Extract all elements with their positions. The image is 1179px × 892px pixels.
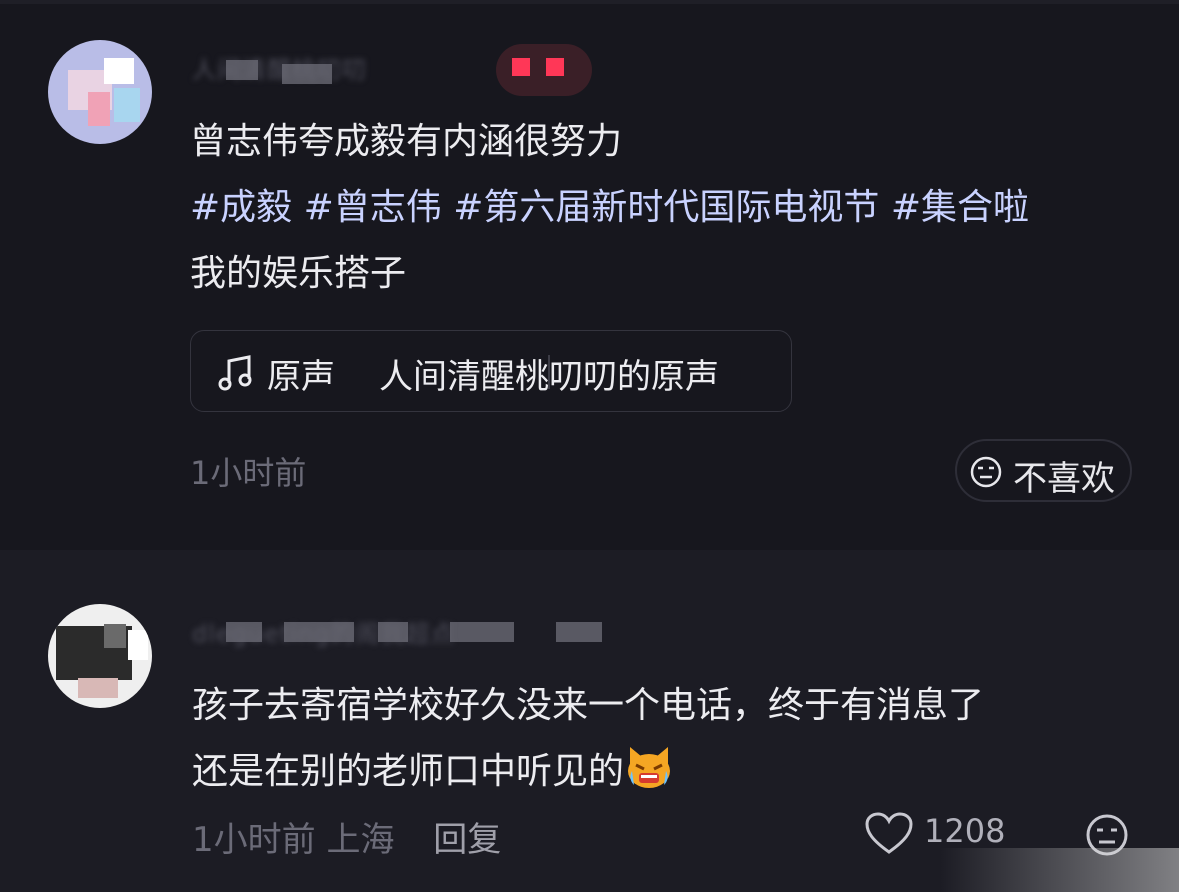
user-badge xyxy=(496,44,592,96)
comment-text-line2: 还是在别的老师口中听见的 xyxy=(192,740,1152,804)
comment-text-line2-text: 还是在别的老师口中听见的 xyxy=(192,751,625,792)
music-chip[interactable]: 原声 人间清醒桃叨叨的原声 xyxy=(190,330,792,412)
username-mosaic xyxy=(378,622,408,642)
watermark xyxy=(940,848,1179,892)
username-mosaic xyxy=(282,64,332,84)
username-mosaic xyxy=(226,60,258,80)
username-mosaic xyxy=(226,622,262,642)
music-type: 原声 xyxy=(267,357,335,397)
comment-location: 上海 xyxy=(326,820,395,860)
post-caption: 曾志伟夸成毅有内涵很努力 xyxy=(190,121,623,162)
comment-time: 1小时前 xyxy=(192,820,316,860)
username-mosaic xyxy=(450,622,514,642)
commenter-avatar[interactable] xyxy=(48,604,152,708)
comment-text-line1: 孩子去寄宿学校好久没来一个电话，终于有消息了 xyxy=(192,685,985,726)
post-author-name[interactable]: 人间清醒桃叨叨 xyxy=(192,50,367,85)
dislike-label: 不喜欢 xyxy=(1013,459,1115,499)
post-hashtags-cont[interactable]: 我的娱乐搭子 xyxy=(190,242,1150,306)
heart-icon[interactable] xyxy=(864,812,914,856)
crying-cat-emoji xyxy=(628,747,671,788)
like-count: 1208 xyxy=(924,812,1006,850)
post-time: 1小时前 xyxy=(190,454,307,492)
username-mosaic xyxy=(556,622,602,642)
post-hashtags[interactable]: #成毅 #曾志伟 #第六届新时代国际电视节 #集合啦 xyxy=(190,176,1150,240)
reply-button[interactable]: 回复 xyxy=(433,820,501,860)
dislike-button[interactable]: 不喜欢 xyxy=(955,439,1132,502)
comment-meta: 1小时前 上海 回复 xyxy=(192,812,501,861)
dislike-face-icon xyxy=(970,456,1002,488)
post-author-avatar[interactable] xyxy=(48,40,152,144)
music-title: 人间清醒桃叨叨的原声 xyxy=(379,357,719,397)
username-mosaic xyxy=(284,622,354,642)
music-note-icon xyxy=(218,355,252,391)
